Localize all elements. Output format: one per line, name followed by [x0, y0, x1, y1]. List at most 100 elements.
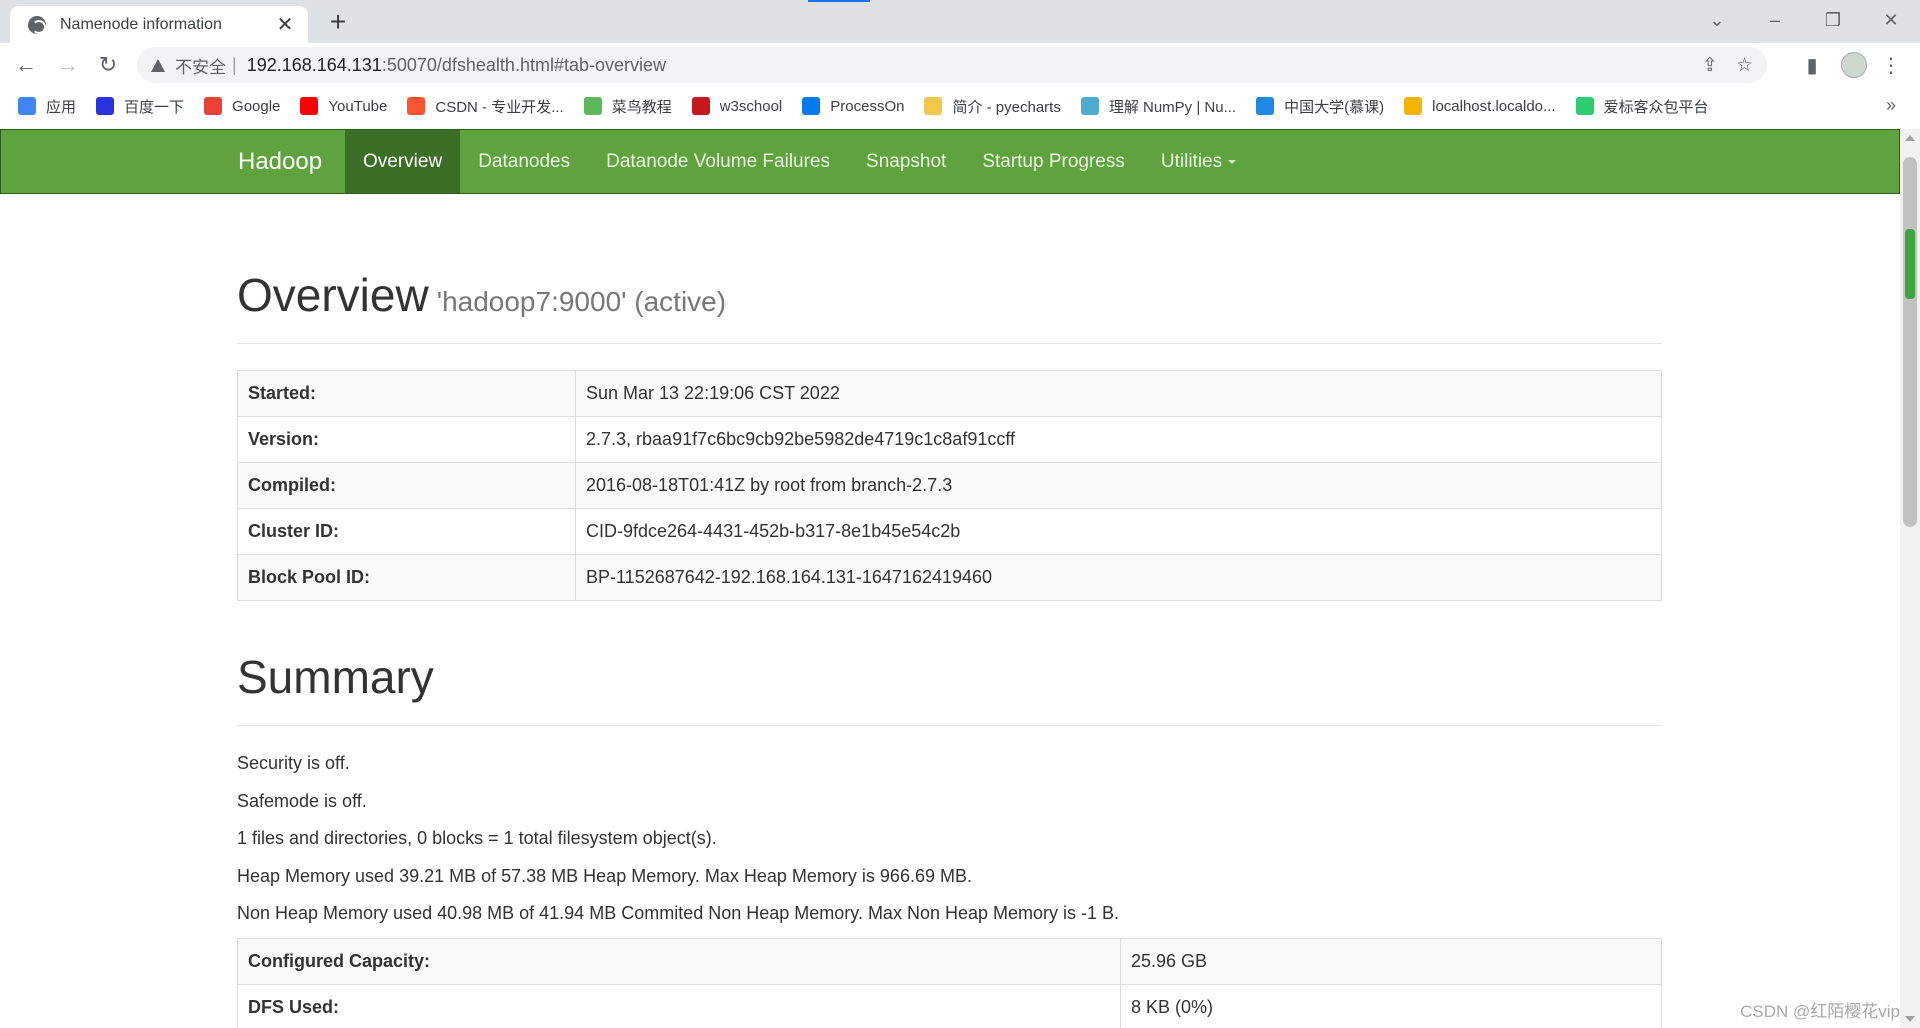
- table-row: Block Pool ID: BP-1152687642-192.168.164.…: [237, 554, 1662, 601]
- aibiaoke-icon: [1575, 97, 1594, 115]
- bookmark-label: 中国大学(慕课): [1284, 98, 1385, 116]
- nav-item-overview[interactable]: Overview: [345, 130, 461, 193]
- bookmark-item[interactable]: 爱标客众包平台: [1575, 96, 1709, 117]
- brand-link[interactable]: Hadoop: [238, 130, 322, 193]
- table-row: Configured Capacity: 25.96 GB: [237, 938, 1662, 985]
- google-icon: [204, 97, 223, 115]
- bookmark-item[interactable]: Google: [204, 97, 280, 115]
- warning-icon: [151, 58, 165, 72]
- table-row: Started: Sun Mar 13 22:19:06 CST 2022: [237, 370, 1662, 417]
- side-panel-icon[interactable]: ▮: [1797, 49, 1827, 81]
- namenode-address: 'hadoop7:9000' (active): [436, 286, 727, 317]
- processon-icon: [802, 97, 821, 115]
- summary-line: 1 files and directories, 0 blocks = 1 to…: [237, 828, 717, 848]
- omnibox-actions: ⇪ ☆: [1702, 47, 1753, 83]
- w3school-icon: [691, 97, 710, 115]
- address-separator: |: [232, 54, 237, 75]
- back-arrow-icon[interactable]: ←: [10, 49, 42, 81]
- nav-item-label: Snapshot: [866, 151, 947, 172]
- bookmark-label: 爱标客众包平台: [1603, 98, 1709, 116]
- scroll-thumb[interactable]: [1903, 157, 1917, 527]
- summary-table: Configured Capacity: 25.96 GB DFS Used: 8 K…: [237, 938, 1662, 1028]
- more-bookmarks-icon[interactable]: »: [1886, 95, 1896, 116]
- close-icon[interactable]: ✕: [274, 12, 296, 37]
- minimize-icon[interactable]: –: [1746, 0, 1804, 40]
- overview-heading: Overview: [237, 269, 429, 321]
- scroll-down-icon[interactable]: [1905, 1016, 1915, 1022]
- insecure-label: 不安全: [175, 57, 226, 77]
- table-row: Cluster ID: CID-9fdce264-4431-452b-b317-8…: [237, 508, 1662, 555]
- runoob-icon: [583, 97, 602, 115]
- bookmark-item[interactable]: 中国大学(慕课): [1256, 96, 1384, 117]
- share-icon[interactable]: ⇪: [1702, 54, 1718, 77]
- url-host: 192.168.164.131: [246, 54, 382, 75]
- caret-down-icon: [1228, 159, 1237, 164]
- summary-line: Safemode is off.: [237, 790, 367, 811]
- bookmark-label: YouTube: [328, 97, 388, 115]
- nav-item-label: Datanode Volume Failures: [606, 151, 831, 172]
- bookmark-item[interactable]: 百度一下: [96, 96, 184, 117]
- restore-icon[interactable]: ❐: [1804, 0, 1862, 40]
- menu-dots-icon[interactable]: ⋮: [1876, 49, 1906, 81]
- csdn-icon: [407, 97, 426, 115]
- row-value: 8 KB (0%): [1120, 984, 1662, 1028]
- tab-search-icon[interactable]: ⌄: [1688, 0, 1746, 40]
- row-key: Configured Capacity:: [237, 938, 1121, 985]
- hadoop-navbar: Hadoop Overview Datanodes Datanode Volume …: [0, 129, 1900, 194]
- bookmark-item[interactable]: YouTube: [300, 97, 387, 115]
- scrollbar[interactable]: [1900, 129, 1920, 1028]
- bookmark-label: localhost.localdo...: [1432, 97, 1556, 115]
- localhost-icon: [1404, 97, 1423, 115]
- bookmark-item[interactable]: ProcessOn: [802, 97, 904, 115]
- page-title: Overview'hadoop7:9000' (active): [237, 268, 726, 322]
- bookmark-item[interactable]: localhost.localdo...: [1404, 97, 1556, 115]
- scroll-up-icon[interactable]: [1905, 135, 1915, 141]
- window-close-icon[interactable]: ✕: [1862, 0, 1920, 40]
- scroll-marker: [1905, 229, 1915, 299]
- row-key: Version:: [237, 416, 576, 463]
- bookmark-item[interactable]: 简介 - pyecharts: [924, 96, 1061, 117]
- bookmark-label: CSDN - 专业开发...: [435, 98, 564, 116]
- bookmark-label: Google: [232, 97, 281, 115]
- profile-button[interactable]: [1838, 49, 1870, 81]
- pyecharts-icon: [924, 97, 943, 115]
- nav-item-startup-progress[interactable]: Startup Progress: [964, 130, 1143, 193]
- summary-line: Heap Memory used 39.21 MB of 57.38 MB He…: [237, 865, 972, 886]
- table-row: DFS Used: 8 KB (0%): [237, 984, 1662, 1028]
- watermark: CSDN @红陌樱花vip: [1740, 1002, 1900, 1021]
- bookmark-star-icon[interactable]: ☆: [1736, 54, 1753, 77]
- tab-strip: Namenode information ✕ + ⌄ – ❐ ✕: [0, 0, 1920, 43]
- nav-item-snapshot[interactable]: Snapshot: [848, 130, 964, 193]
- row-key: Started:: [237, 370, 576, 417]
- baidu-icon: [96, 97, 115, 115]
- row-value: 25.96 GB: [1120, 938, 1662, 985]
- summary-line: Non Heap Memory used 40.98 MB of 41.94 M…: [237, 903, 1120, 923]
- nav-item-utilities[interactable]: Utilities: [1143, 130, 1254, 193]
- mooc-icon: [1256, 97, 1275, 115]
- tab-accent: [808, 0, 870, 2]
- table-row: Compiled: 2016-08-18T01:41Z by root from …: [237, 462, 1662, 509]
- nav-menu: Overview Datanodes Datanode Volume Failure…: [345, 130, 1254, 193]
- table-row: Version: 2.7.3, rbaa91f7c6bc9cb92be5982de…: [237, 416, 1662, 463]
- row-value: BP-1152687642-192.168.164.131-1647162419…: [575, 554, 1662, 601]
- reload-icon[interactable]: ↻: [92, 49, 124, 81]
- nav-item-datanodes[interactable]: Datanodes: [460, 130, 588, 193]
- bookmark-item[interactable]: CSDN - 专业开发...: [407, 96, 564, 117]
- bookmark-item[interactable]: 菜鸟教程: [583, 96, 672, 117]
- address-bar[interactable]: 不安全 | 192.168.164.131 :50070/dfshealth.h…: [137, 47, 1767, 83]
- bookmark-item[interactable]: w3school: [691, 97, 782, 115]
- browser-tab[interactable]: Namenode information ✕: [10, 6, 308, 43]
- new-tab-button[interactable]: +: [322, 7, 354, 37]
- bookmark-item[interactable]: 应用: [18, 96, 76, 117]
- forward-arrow-icon[interactable]: →: [52, 49, 84, 81]
- bookmark-label: 简介 - pyecharts: [952, 98, 1061, 116]
- bookmarks-bar: 应用 百度一下 Google YouTube CSDN - 专业开发... 菜鸟教程 w3s…: [0, 87, 1920, 125]
- row-key: DFS Used:: [237, 984, 1121, 1028]
- nav-item-datanode-volume-failures[interactable]: Datanode Volume Failures: [588, 130, 848, 193]
- divider: [237, 725, 1662, 726]
- bookmark-item[interactable]: 理解 NumPy | Nu...: [1080, 96, 1236, 117]
- nav-item-label: Startup Progress: [982, 151, 1125, 172]
- summary-heading: Summary: [237, 651, 434, 703]
- apps-grid-icon: [18, 97, 36, 115]
- bookmark-label: ProcessOn: [830, 97, 905, 115]
